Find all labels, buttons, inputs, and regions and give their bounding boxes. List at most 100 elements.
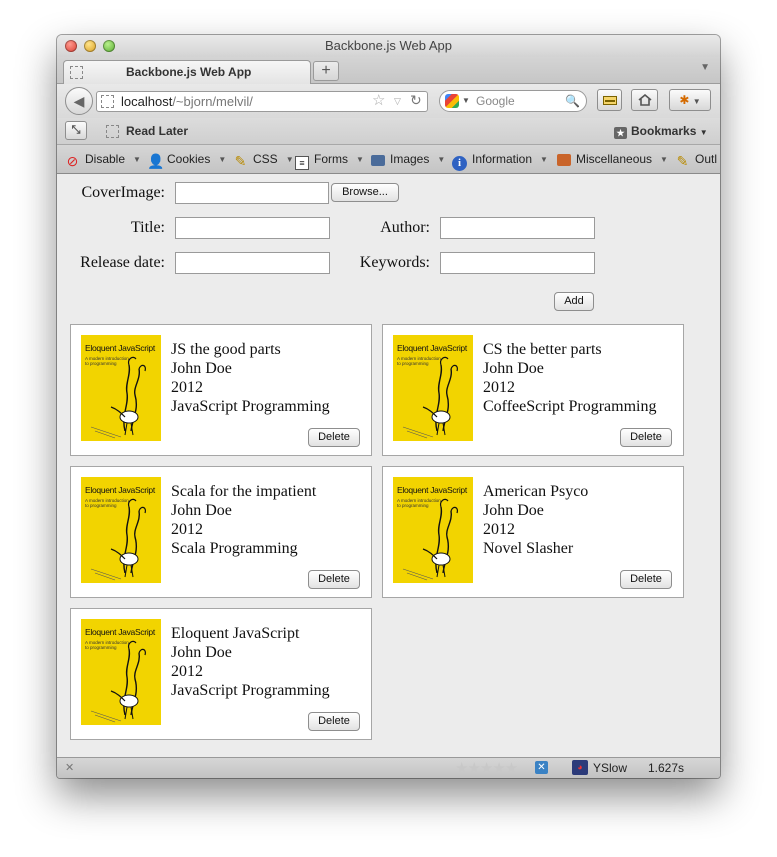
delete-button[interactable]: Delete xyxy=(308,428,360,447)
tab-active[interactable]: Backbone.js Web App xyxy=(63,60,311,84)
search-bar[interactable]: ▼ Google 🔍 xyxy=(439,90,587,112)
book-year: 2012 xyxy=(483,379,515,396)
search-engine-dropdown-icon[interactable]: ▼ xyxy=(462,91,470,111)
firebug-button[interactable]: ✱ ▼ xyxy=(669,89,711,111)
book-keywords: Novel Slasher xyxy=(483,540,574,557)
read-later-label: Read Later xyxy=(126,124,189,138)
author-input[interactable] xyxy=(440,217,595,239)
delete-button[interactable]: Delete xyxy=(308,570,360,589)
delete-button[interactable]: Delete xyxy=(308,712,360,731)
bookmarks-bar: ⤡ Read Later ★ Bookmarks ▼ xyxy=(57,118,720,145)
url-bar[interactable]: localhost/~bjorn/melvil/ ☆ ▽ ↻ xyxy=(96,91,428,112)
close-icon[interactable]: ✕ xyxy=(65,761,74,774)
chevron-down-icon: ▼ xyxy=(356,155,364,164)
yslow-label[interactable]: YSlow xyxy=(593,761,627,775)
devbar-item-disable[interactable]: ⊘ Disable ▼ xyxy=(65,152,141,169)
load-time: 1.627s xyxy=(648,761,685,775)
minimize-window-button[interactable] xyxy=(84,40,96,52)
book-author: John Doe xyxy=(171,360,232,377)
forms-icon: ≡ xyxy=(295,156,309,170)
chevron-down-icon: ▼ xyxy=(540,155,548,164)
devbar-item-miscellaneous[interactable]: Miscellaneous ▼ xyxy=(557,152,668,166)
close-window-button[interactable] xyxy=(65,40,77,52)
devbar-label: Disable xyxy=(85,152,126,166)
url-history-dropdown-icon[interactable]: ▽ xyxy=(394,92,401,111)
book-keywords: JavaScript Programming xyxy=(171,682,330,699)
chevron-down-icon: ▼ xyxy=(285,155,294,164)
web-developer-toolbar: ⊘ Disable ▼ 👤 Cookies ▼ ✎ CSS ▼ ≡ Forms ▼ Images… xyxy=(57,145,720,174)
cover-image-file-field[interactable] xyxy=(175,182,329,204)
devbar-item-information[interactable]: i Information ▼ xyxy=(452,152,548,171)
disable-icon: ⊘ xyxy=(66,153,79,169)
book-author: John Doe xyxy=(483,360,544,377)
yslow-icon[interactable]: ◕ xyxy=(572,760,588,775)
book-title: JS the good parts xyxy=(171,341,281,358)
book-year: 2012 xyxy=(171,663,203,680)
devbar-item-css[interactable]: ✎ CSS ▼ xyxy=(233,152,294,169)
outline-icon: ✎ xyxy=(676,153,689,169)
navigation-bar: ◀ localhost/~bjorn/melvil/ ☆ ▽ ↻ ▼ Googl… xyxy=(57,84,720,118)
chevron-down-icon: ▼ xyxy=(218,155,227,164)
bookmarks-star-icon: ★ xyxy=(614,127,627,139)
miscellaneous-icon xyxy=(557,154,571,166)
bird-illustration-icon xyxy=(90,356,146,439)
chevron-down-icon: ▼ xyxy=(660,155,668,164)
devbar-label: Miscellaneous xyxy=(576,152,653,166)
devbar-label: Outl xyxy=(695,152,718,166)
release-date-input[interactable] xyxy=(175,252,330,274)
url-text[interactable]: localhost/~bjorn/melvil/ xyxy=(121,92,253,111)
google-engine-icon[interactable] xyxy=(445,94,459,108)
devbar-item-images[interactable]: Images ▼ xyxy=(371,152,445,166)
book-year: 2012 xyxy=(171,379,203,396)
resize-icon[interactable]: ⤡ xyxy=(65,121,87,140)
bird-illustration-icon xyxy=(402,498,458,581)
book-cover-image: Eloquent JavaScript A modern introduction… xyxy=(81,477,161,583)
devbar-item-forms[interactable]: ≡ Forms ▼ xyxy=(295,152,364,170)
back-button[interactable]: ◀ xyxy=(65,87,93,115)
devbar-label: Cookies xyxy=(167,152,211,166)
release-date-label: Release date: xyxy=(80,254,165,271)
bird-illustration-icon xyxy=(402,356,458,439)
title-bar: Backbone.js Web App xyxy=(57,35,720,57)
addon-bar-icon[interactable]: ✕ xyxy=(535,761,548,774)
new-tab-button[interactable]: + xyxy=(313,61,339,81)
browse-button[interactable]: Browse... xyxy=(331,183,399,202)
book-keywords: JavaScript Programming xyxy=(171,398,330,415)
book-title: CS the better parts xyxy=(483,341,602,358)
delete-button[interactable]: Delete xyxy=(620,570,672,589)
book-cover-image: Eloquent JavaScript A modern introduction… xyxy=(81,619,161,725)
site-identity-icon xyxy=(101,95,114,108)
devbar-label: Images xyxy=(390,152,430,166)
browser-window: Backbone.js Web App Backbone.js Web App … xyxy=(57,35,720,778)
search-icon[interactable]: 🔍 xyxy=(565,91,580,111)
delete-button[interactable]: Delete xyxy=(620,428,672,447)
bookmarks-label: Bookmarks xyxy=(631,124,697,138)
search-input[interactable]: Google xyxy=(476,91,515,111)
reload-icon[interactable]: ↻ xyxy=(410,91,422,110)
rating-stars-icon[interactable]: ★★★★★ xyxy=(455,759,518,777)
bookmarks-menu[interactable]: ★ Bookmarks ▼ xyxy=(614,124,708,139)
zoom-window-button[interactable] xyxy=(103,40,115,52)
title-input[interactable] xyxy=(175,217,330,239)
tab-favicon-icon xyxy=(70,66,83,79)
add-button[interactable]: Add xyxy=(554,292,594,311)
images-icon xyxy=(371,155,385,166)
home-button[interactable] xyxy=(631,89,658,111)
devbar-item-cookies[interactable]: 👤 Cookies ▼ xyxy=(147,152,226,169)
keywords-input[interactable] xyxy=(440,252,595,274)
devbar-label: CSS xyxy=(253,152,278,166)
book-author: John Doe xyxy=(171,644,232,661)
home-icon xyxy=(637,93,652,106)
book-title: American Psyco xyxy=(483,483,589,500)
book-cover-image: Eloquent JavaScript A modern introduction… xyxy=(393,335,473,441)
firebug-icon: ✱ xyxy=(679,93,690,107)
page-content: CoverImage: Browse... Title: Author: Rel… xyxy=(57,174,720,757)
devbar-item-outline[interactable]: ✎ Outl xyxy=(675,152,717,169)
book-keywords: Scala Programming xyxy=(171,540,298,557)
book-card: Eloquent JavaScript A modern introduction… xyxy=(382,324,684,456)
tab-list-chevron-icon[interactable]: ▼ xyxy=(700,62,710,73)
bookmarks-toolbar-button[interactable] xyxy=(597,89,622,111)
book-year: 2012 xyxy=(483,521,515,538)
devbar-label: Forms xyxy=(314,152,348,166)
bookmark-star-icon[interactable]: ☆ xyxy=(372,91,385,110)
